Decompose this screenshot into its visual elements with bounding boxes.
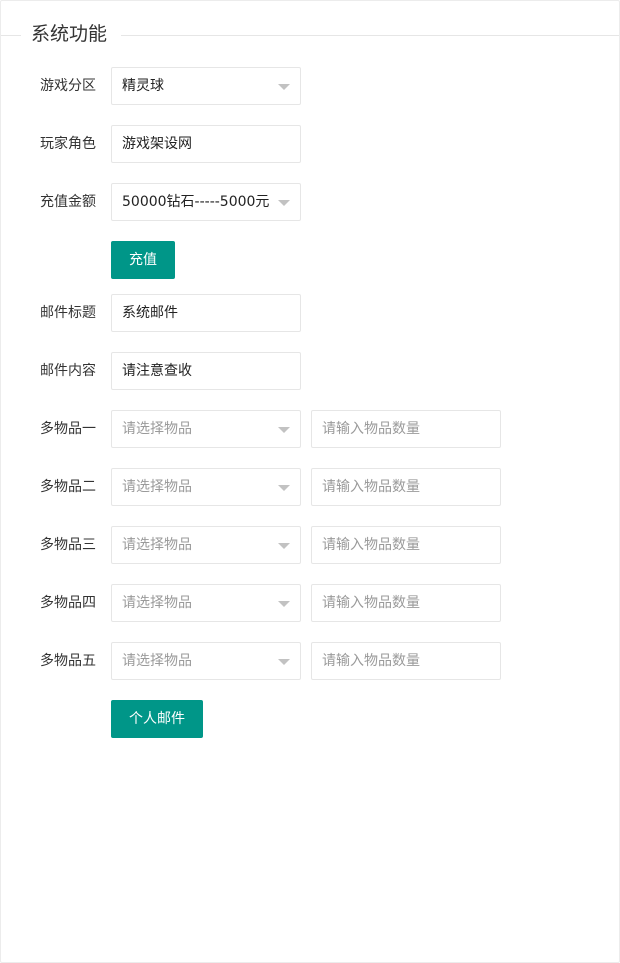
item-row-3: 多物品三 请选择物品 请输入物品数量 [1,526,620,564]
item-select-placeholder: 请选择物品 [122,595,192,611]
player-role-row: 玩家角色 游戏架设网 [1,125,620,163]
item-row-4: 多物品四 请选择物品 请输入物品数量 [1,584,620,622]
item-select-2[interactable]: 请选择物品 [111,468,301,506]
game-zone-row: 游戏分区 精灵球 [1,67,620,105]
item-select-3[interactable]: 请选择物品 [111,526,301,564]
item-quantity-placeholder: 请输入物品数量 [322,595,420,611]
item-select-5[interactable]: 请选择物品 [111,642,301,680]
item-row-5: 多物品五 请选择物品 请输入物品数量 [1,642,620,680]
fieldset-border-left [1,35,21,36]
item-label-2: 多物品二 [40,479,96,495]
chevron-down-icon [278,485,290,491]
chevron-down-icon [278,200,290,206]
item-select-placeholder: 请选择物品 [122,653,192,669]
item-label-4: 多物品四 [40,595,96,611]
player-role-label: 玩家角色 [40,136,96,152]
item-label-1: 多物品一 [40,421,96,437]
item-quantity-placeholder: 请输入物品数量 [322,537,420,553]
item-quantity-placeholder: 请输入物品数量 [322,479,420,495]
game-zone-label: 游戏分区 [40,78,96,94]
fieldset-border-right [121,35,619,36]
recharge-amount-label: 充值金额 [40,194,96,210]
item-select-placeholder: 请选择物品 [122,479,192,495]
player-role-input[interactable]: 游戏架设网 [111,125,301,163]
personal-mail-button[interactable]: 个人邮件 [111,700,203,738]
recharge-amount-value: 50000钻石-----5000元 [122,194,270,210]
section-title: 系统功能 [31,21,108,47]
item-label-3: 多物品三 [40,537,96,553]
chevron-down-icon [278,659,290,665]
chevron-down-icon [278,84,290,90]
mail-title-row: 邮件标题 系统邮件 [1,294,620,332]
item-quantity-input-2[interactable]: 请输入物品数量 [311,468,501,506]
item-quantity-input-1[interactable]: 请输入物品数量 [311,410,501,448]
chevron-down-icon [278,543,290,549]
item-row-2: 多物品二 请选择物品 请输入物品数量 [1,468,620,506]
mail-content-label: 邮件内容 [40,363,96,379]
game-zone-select[interactable]: 精灵球 [111,67,301,105]
item-select-placeholder: 请选择物品 [122,421,192,437]
mail-title-input[interactable]: 系统邮件 [111,294,301,332]
mail-content-row: 邮件内容 请注意查收 [1,352,620,390]
system-functions-panel: 系统功能 游戏分区 精灵球 玩家角色 游戏架设网 充值金额 50000钻石---… [0,0,620,963]
item-row-1: 多物品一 请选择物品 请输入物品数量 [1,410,620,448]
recharge-amount-select[interactable]: 50000钻石-----5000元 [111,183,301,221]
chevron-down-icon [278,601,290,607]
item-quantity-input-4[interactable]: 请输入物品数量 [311,584,501,622]
item-select-4[interactable]: 请选择物品 [111,584,301,622]
recharge-button[interactable]: 充值 [111,241,175,279]
item-quantity-input-3[interactable]: 请输入物品数量 [311,526,501,564]
item-quantity-placeholder: 请输入物品数量 [322,653,420,669]
mail-content-input[interactable]: 请注意查收 [111,352,301,390]
item-quantity-placeholder: 请输入物品数量 [322,421,420,437]
item-select-placeholder: 请选择物品 [122,537,192,553]
item-label-5: 多物品五 [40,653,96,669]
item-quantity-input-5[interactable]: 请输入物品数量 [311,642,501,680]
game-zone-value: 精灵球 [122,78,164,94]
recharge-amount-row: 充值金额 50000钻石-----5000元 [1,183,620,221]
mail-title-label: 邮件标题 [40,305,96,321]
item-select-1[interactable]: 请选择物品 [111,410,301,448]
chevron-down-icon [278,427,290,433]
